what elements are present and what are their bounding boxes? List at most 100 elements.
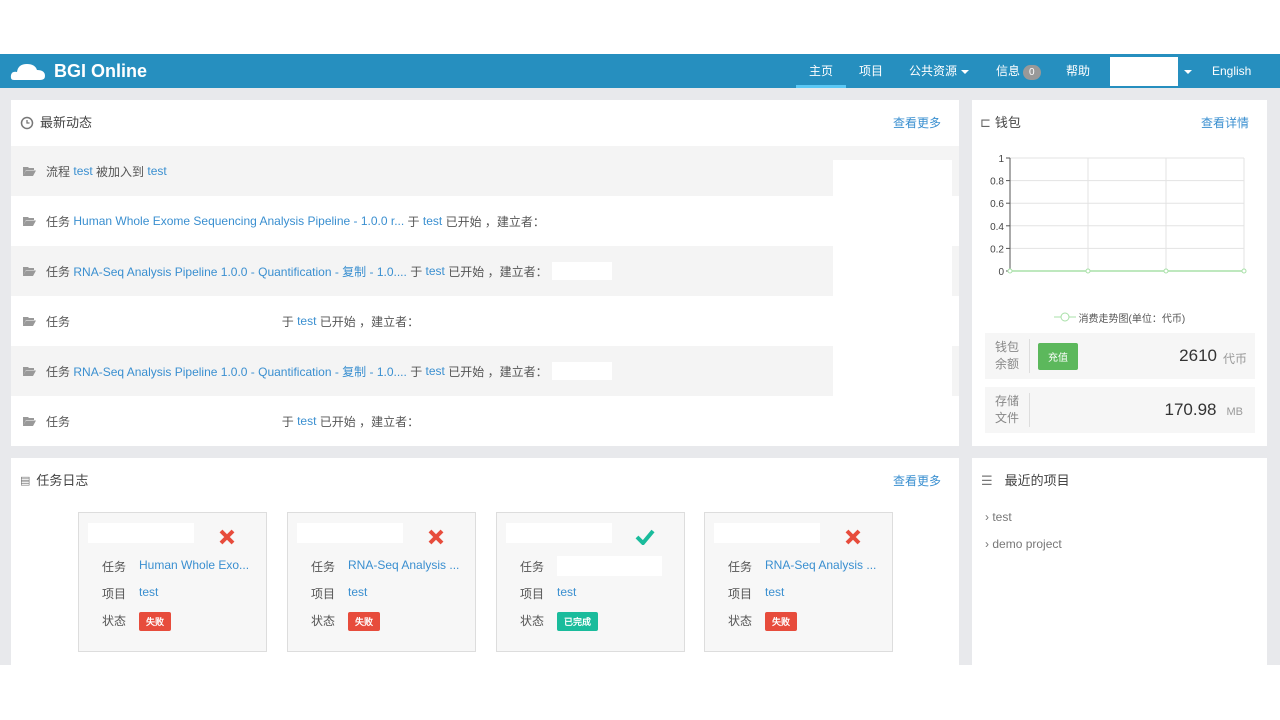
redacted-job-name bbox=[297, 523, 403, 543]
language-switch[interactable]: English bbox=[1212, 54, 1251, 88]
project-link[interactable]: test bbox=[147, 164, 166, 178]
balance-row: 钱包 余额 充值 2610 代币 bbox=[985, 333, 1255, 379]
storage-row: 存储 文件 170.98 MB bbox=[985, 387, 1255, 433]
panel-title: 最新动态 bbox=[40, 115, 93, 130]
project-link[interactable]: test bbox=[765, 585, 784, 602]
status-badge: 失败 bbox=[348, 612, 381, 631]
activity-row: 任务 RNA-Seq Analysis Pipeline 1.0.0 - Qua… bbox=[11, 246, 959, 296]
job-card[interactable]: 任务 RNA-Seq Analysis ... 项目 test 状态 失败 bbox=[704, 512, 893, 652]
redacted-text bbox=[551, 262, 612, 280]
redacted-area bbox=[833, 160, 952, 446]
project-link[interactable]: test bbox=[557, 585, 576, 602]
caret-down-icon bbox=[961, 69, 970, 74]
nav-projects[interactable]: 项目 bbox=[859, 54, 883, 88]
activity-panel: 最新动态 查看更多 流程 test 被加入到 test 任务 Human Who… bbox=[11, 100, 959, 446]
balance-value: 2610 bbox=[1179, 346, 1217, 365]
nav-home[interactable]: 主页 bbox=[796, 54, 846, 88]
task-link[interactable]: Human Whole Exo... bbox=[139, 558, 249, 575]
y-tick-label: 0.4 bbox=[990, 222, 1004, 233]
y-tick-label: 0.2 bbox=[990, 244, 1004, 255]
activity-row: 任务 于 test 已开始 ，建立者： bbox=[11, 296, 959, 346]
message-count-badge: 0 bbox=[1023, 65, 1041, 80]
activity-row: 任务 RNA-Seq Analysis Pipeline 1.0.0 - Qua… bbox=[11, 346, 959, 396]
wallet-panel: ⊏ 钱包 查看详情 1 0.8 0.6 0.4 0.2 0 消费走势图(单位：代币) 钱包… bbox=[972, 100, 1267, 446]
panel-title: 钱包 bbox=[994, 115, 1021, 130]
job-card[interactable]: 任务 项目 test 状态 已完成 bbox=[496, 512, 685, 652]
data-point bbox=[1241, 268, 1247, 274]
project-link[interactable]: test bbox=[139, 585, 158, 602]
panel-header: ⊏ 钱包 查看详情 bbox=[972, 100, 1267, 146]
legend-marker-icon bbox=[1053, 312, 1076, 322]
brand-name: BGI Online bbox=[54, 60, 148, 81]
cross-icon bbox=[428, 529, 444, 545]
activity-link[interactable]: Human Whole Exome Sequencing Analysis Pi… bbox=[73, 214, 404, 228]
balance-unit: 代币 bbox=[1222, 351, 1247, 366]
y-tick-label: 1 bbox=[998, 154, 1004, 165]
clock-icon bbox=[20, 116, 34, 130]
task-link[interactable]: RNA-Seq Analysis ... bbox=[348, 558, 459, 575]
nav-help[interactable]: 帮助 bbox=[1066, 54, 1090, 88]
recent-project-item[interactable]: › test bbox=[985, 510, 1012, 524]
activity-link[interactable]: test bbox=[73, 164, 92, 178]
caret-down-icon[interactable] bbox=[1184, 70, 1192, 74]
dashboard: 最新动态 查看更多 流程 test 被加入到 test 任务 Human Who… bbox=[0, 88, 1280, 665]
y-tick-label: 0.8 bbox=[990, 177, 1004, 188]
project-link[interactable]: test bbox=[297, 314, 316, 328]
redacted-text bbox=[551, 362, 612, 380]
activity-link[interactable]: RNA-Seq Analysis Pipeline 1.0.0 - Quanti… bbox=[73, 263, 406, 280]
activity-row: 任务 Human Whole Exome Sequencing Analysis… bbox=[11, 196, 959, 246]
log-icon: ▤ bbox=[20, 475, 31, 487]
data-point bbox=[1007, 268, 1013, 274]
nav-messages[interactable]: 信息 0 bbox=[996, 54, 1041, 88]
task-link[interactable]: RNA-Seq Analysis ... bbox=[765, 558, 876, 575]
status-badge: 失败 bbox=[139, 612, 172, 631]
view-more-link[interactable]: 查看更多 bbox=[893, 458, 941, 504]
view-details-link[interactable]: 查看详情 bbox=[1201, 100, 1249, 146]
folder-open-icon bbox=[23, 217, 36, 226]
y-tick-label: 0.6 bbox=[990, 199, 1004, 210]
panel-title: 最近的项目 bbox=[1004, 473, 1070, 488]
folder-open-icon bbox=[23, 417, 36, 426]
recent-projects-panel: ☰ 最近的项目 › test › demo project bbox=[972, 458, 1267, 665]
data-point bbox=[1163, 268, 1169, 274]
view-more-link[interactable]: 查看更多 bbox=[893, 100, 941, 146]
brand-logo[interactable]: BGI Online bbox=[10, 60, 147, 82]
recharge-button[interactable]: 充值 bbox=[1038, 342, 1078, 370]
activity-row: 任务 于 test 已开始 ，建立者： bbox=[11, 396, 959, 446]
top-navbar: BGI Online 主页 项目 公共资源 信息 0 帮助 English bbox=[0, 54, 1280, 88]
project-link[interactable]: test bbox=[426, 264, 445, 278]
panel-header: ▤ 任务日志 查看更多 bbox=[11, 458, 959, 504]
y-tick-label: 0 bbox=[998, 267, 1004, 278]
storage-value: 170.98 bbox=[1164, 400, 1217, 419]
job-card[interactable]: 任务 RNA-Seq Analysis ... 项目 test 状态 失败 bbox=[287, 512, 476, 652]
data-point bbox=[1085, 268, 1091, 274]
redacted-job-name bbox=[88, 523, 194, 543]
panel-header: 最新动态 查看更多 bbox=[11, 100, 959, 146]
redacted-text bbox=[73, 312, 279, 330]
cross-icon bbox=[845, 529, 861, 545]
panel-header: ☰ 最近的项目 bbox=[972, 458, 1267, 504]
user-menu[interactable] bbox=[1110, 57, 1178, 86]
wallet-icon: ⊏ bbox=[980, 115, 991, 130]
activity-link[interactable]: RNA-Seq Analysis Pipeline 1.0.0 - Quanti… bbox=[73, 363, 406, 380]
project-link[interactable]: test bbox=[297, 414, 316, 428]
redacted-text bbox=[557, 556, 662, 576]
storage-unit: MB bbox=[1226, 406, 1244, 418]
panel-title: 任务日志 bbox=[36, 473, 89, 488]
job-card[interactable]: 任务 Human Whole Exo... 项目 test 状态 失败 bbox=[78, 512, 267, 652]
folder-open-icon bbox=[23, 317, 36, 326]
recent-project-item[interactable]: › demo project bbox=[985, 537, 1062, 551]
status-badge: 已完成 bbox=[557, 612, 599, 631]
project-link[interactable]: test bbox=[348, 585, 367, 602]
storage-label: 存储 文件 bbox=[985, 393, 1030, 427]
redacted-text bbox=[73, 412, 279, 430]
project-link[interactable]: test bbox=[426, 364, 445, 378]
project-link[interactable]: test bbox=[423, 214, 442, 228]
cross-icon bbox=[219, 529, 235, 545]
consumption-chart: 1 0.8 0.6 0.4 0.2 0 bbox=[990, 154, 1247, 278]
redacted-job-name bbox=[506, 523, 612, 543]
list-icon: ☰ bbox=[981, 473, 993, 488]
nav-public-resources[interactable]: 公共资源 bbox=[909, 54, 970, 88]
activity-row: 流程 test 被加入到 test bbox=[11, 146, 959, 196]
job-log-panel: ▤ 任务日志 查看更多 任务 Human Whole Exo... 项目 test … bbox=[11, 458, 959, 665]
